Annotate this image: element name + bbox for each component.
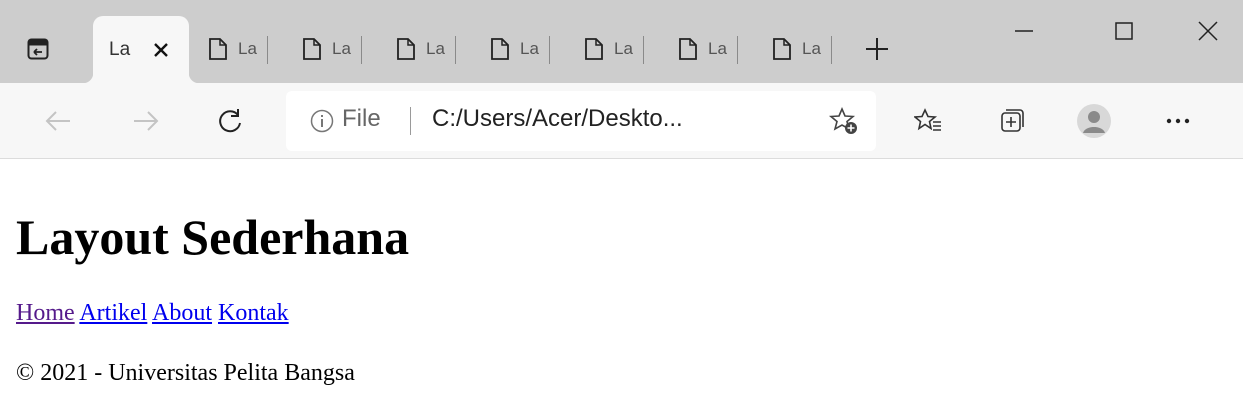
tab-separator [831,36,832,64]
page-icon [491,38,509,60]
page-icon [303,38,321,60]
address-bar[interactable]: File C:/Users/Acer/Deskto... [286,91,876,151]
nav-link-kontak[interactable]: Kontak [218,300,289,326]
refresh-button[interactable] [210,101,250,141]
nav-link-artikel[interactable]: Artikel [79,300,147,326]
tab-separator [455,36,456,64]
nav-link-about[interactable]: About [152,300,212,326]
tab-separator [267,36,268,64]
scheme-label: File [342,105,381,132]
tab-separator [549,36,550,64]
tab-title: La [708,39,727,58]
close-window-icon [1198,21,1218,41]
maximize-button[interactable] [1086,0,1162,62]
forward-button[interactable] [126,101,166,141]
footer-text: © 2021 - Universitas Pelita Bangsa [16,360,355,386]
minimize-icon [1015,30,1033,32]
tab-inactive[interactable]: La [572,30,644,68]
page-icon [679,38,697,60]
more-icon [1166,118,1190,124]
profile-button[interactable] [1074,101,1114,141]
tab-actions-icon [27,38,49,60]
tab-title: La [109,38,131,60]
tab-inactive[interactable]: La [666,30,738,68]
refresh-icon [219,109,241,133]
close-window-button[interactable] [1170,0,1243,62]
collections-icon [1001,109,1024,132]
more-menu-button[interactable] [1158,101,1198,141]
tab-inactive[interactable]: La [196,30,268,68]
tab-title: La [426,39,445,58]
tab-title: La [614,39,633,58]
tab-inactive[interactable]: La [384,30,456,68]
tab-title: La [520,39,539,58]
tab-separator [643,36,644,64]
info-icon [310,109,334,133]
collections-button[interactable] [992,101,1032,141]
avatar-icon [1077,104,1111,138]
page-icon [209,38,227,60]
page-icon [773,38,791,60]
tab-title: La [238,39,257,58]
tab-inactive[interactable]: La [478,30,550,68]
forward-arrow-icon [134,111,159,131]
add-favorite-icon[interactable] [828,105,860,137]
site-nav: Home Artikel About Kontak [16,299,1226,327]
tab-actions-button[interactable] [22,33,54,65]
page-icon [585,38,603,60]
tab-title: La [332,39,351,58]
maximize-icon [1115,22,1133,40]
tab-title: La [802,39,821,58]
new-tab-button[interactable] [858,30,896,68]
toolbar: File C:/Users/Acer/Deskto... [0,83,1243,159]
page-icon [397,38,415,60]
favorites-button[interactable] [908,101,948,141]
tab-inactive[interactable]: La [290,30,362,68]
page-content: Layout Sederhana Home Artikel About Kont… [16,159,1226,387]
address-separator [410,107,411,135]
close-icon [154,42,168,57]
tab-strip: La La La La La La La La [0,0,1243,83]
minimize-button[interactable] [986,0,1062,62]
tab-close-button[interactable] [149,38,173,62]
plus-icon [866,38,888,60]
favorites-icon [914,108,941,131]
tab-inactive[interactable]: La [760,30,832,68]
back-arrow-icon [45,111,70,131]
tab-separator [361,36,362,64]
tab-active[interactable]: La [83,16,199,83]
back-button[interactable] [38,101,78,141]
page-title: Layout Sederhana [16,209,410,265]
url-text[interactable]: C:/Users/Acer/Deskto... [432,105,742,133]
nav-link-home[interactable]: Home [16,300,75,326]
tab-separator [737,36,738,64]
